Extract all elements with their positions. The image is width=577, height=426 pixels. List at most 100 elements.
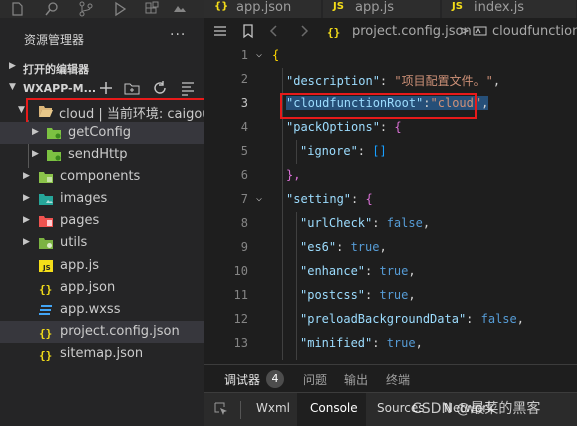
- json-value: true: [379, 264, 409, 278]
- tree-item-sendhttp[interactable]: ▶ sendHttp: [0, 144, 204, 166]
- highlight-box-cloud: [26, 98, 208, 124]
- json-value: true: [379, 288, 409, 302]
- line-number: 7: [240, 192, 248, 206]
- code-line[interactable]: 13 "minified": true,: [204, 332, 577, 356]
- tab-app-json[interactable]: {} app.json: [204, 0, 322, 18]
- more-actions-icon[interactable]: ···: [170, 27, 186, 43]
- cloud-function-folder-icon: [46, 147, 62, 163]
- tab-terminal[interactable]: 终端: [386, 371, 410, 388]
- menu-icon[interactable]: [212, 23, 228, 39]
- explorer-icon[interactable]: [10, 1, 26, 17]
- tree-item-label: app.wxss: [60, 302, 121, 317]
- fold-chevron-icon[interactable]: ⌵: [256, 49, 262, 60]
- tree-item-components[interactable]: ▶ components: [0, 166, 204, 188]
- line-number: 6: [240, 168, 248, 182]
- editor-tab-bar: {} app.json JS app.js JS index.js: [204, 0, 577, 18]
- code-line[interactable]: 7 ⌵ "setting": {: [204, 188, 577, 212]
- tab-index-js[interactable]: JS index.js: [442, 0, 577, 18]
- pages-folder-icon: [38, 213, 54, 229]
- code-line[interactable]: 4 "packOptions": {: [204, 116, 577, 140]
- tab-output[interactable]: 输出: [344, 371, 368, 388]
- bookmark-icon[interactable]: [240, 23, 256, 39]
- js-file-icon: JS: [452, 1, 463, 12]
- problems-count-badge: 4: [266, 370, 284, 388]
- watermark-text: CSDN @最菜的黑客: [412, 401, 541, 417]
- code-line[interactable]: 12 "preloadBackgroundData": false,: [204, 308, 577, 332]
- chevron-right-icon: ▶: [32, 127, 39, 137]
- explorer-sidebar: 资源管理器 ··· ▶ 打开的编辑器 ▼ WXAPP-M... ▼ cloud …: [0, 0, 211, 426]
- new-folder-icon[interactable]: [124, 80, 140, 96]
- refresh-icon[interactable]: [152, 80, 168, 96]
- remote-icon[interactable]: [172, 1, 188, 17]
- json-key: "urlCheck": [300, 216, 373, 230]
- tab-problems[interactable]: 问题: [303, 371, 327, 388]
- source-control-icon[interactable]: [78, 1, 94, 17]
- css-file-icon: [38, 302, 54, 318]
- tree-item-label: sendHttp: [68, 147, 128, 162]
- code-line[interactable]: 11 "postcss": true,: [204, 284, 577, 308]
- tab-label: app.json: [236, 0, 292, 15]
- breadcrumb-file[interactable]: project.config.json: [352, 24, 472, 39]
- tree-item-app-wxss[interactable]: app.wxss: [0, 299, 204, 321]
- code-line[interactable]: 10 "enhance": true,: [204, 260, 577, 284]
- tab-debugger[interactable]: 调试器: [224, 371, 260, 388]
- tree-item-app-js[interactable]: JS app.js: [0, 255, 204, 277]
- json-key: "preloadBackgroundData": [300, 312, 467, 326]
- string-symbol-icon: [472, 23, 488, 39]
- tree-item-app-json[interactable]: {} app.json: [0, 277, 204, 299]
- chevron-right-icon: ▶: [23, 171, 30, 181]
- tab-wxml[interactable]: Wxml: [256, 401, 290, 415]
- tab-label: app.js: [355, 0, 394, 15]
- code-line[interactable]: 8 "urlCheck": false,: [204, 212, 577, 236]
- svg-text:JS: JS: [42, 264, 51, 272]
- json-key: "postcss": [300, 288, 366, 302]
- code-line[interactable]: 2 "description": "项目配置文件。",: [204, 68, 577, 92]
- code-line[interactable]: 6 },: [204, 164, 577, 188]
- line-number: 9: [240, 240, 248, 254]
- tab-console[interactable]: Console: [310, 401, 358, 415]
- json-value: true: [386, 336, 416, 350]
- code-line[interactable]: 9 "es6": true,: [204, 236, 577, 260]
- tree-item-pages[interactable]: ▶ pages: [0, 210, 204, 232]
- tree-item-utils[interactable]: ▶ utils: [0, 232, 204, 254]
- json-value: false: [480, 312, 517, 326]
- json-key: "ignore": [300, 144, 358, 158]
- sidebar-title: 资源管理器: [24, 33, 85, 47]
- extensions-icon[interactable]: [144, 1, 160, 17]
- search-icon[interactable]: [44, 1, 60, 17]
- code-text: {: [394, 120, 402, 134]
- json-file-icon: {}: [38, 280, 54, 296]
- svg-text:{}: {}: [39, 349, 52, 362]
- tree-item-images[interactable]: ▶ images: [0, 188, 204, 210]
- chevron-right-icon: ▶: [23, 215, 30, 225]
- tree-item-label: components: [60, 169, 141, 184]
- json-key: "description": [286, 74, 380, 88]
- tree-item-project-config-json[interactable]: {} project.config.json: [0, 321, 204, 343]
- breadcrumb-item[interactable]: cloudfunctionR: [492, 24, 577, 39]
- chevron-right-icon: ▶: [9, 61, 16, 71]
- code-text: },: [286, 168, 301, 182]
- tree-item-label: images: [60, 191, 108, 206]
- open-editors-label: 打开的编辑器: [23, 63, 89, 76]
- code-line[interactable]: 1 ⌵ {: [204, 44, 577, 68]
- forward-arrow-icon[interactable]: [296, 23, 312, 39]
- new-file-icon[interactable]: [98, 80, 114, 96]
- chevron-right-icon: ▶: [32, 149, 39, 159]
- back-arrow-icon[interactable]: [266, 23, 282, 39]
- code-text: {: [272, 48, 280, 62]
- tree-item-getconfig[interactable]: ▶ getConfig: [0, 122, 204, 144]
- collapse-all-icon[interactable]: [180, 80, 196, 96]
- tab-app-js[interactable]: JS app.js: [323, 0, 441, 18]
- tree-item-label: sitemap.json: [60, 346, 144, 361]
- project-section[interactable]: ▼ WXAPP-M...: [0, 79, 204, 99]
- inspect-element-icon[interactable]: [214, 402, 228, 416]
- fold-chevron-icon[interactable]: ⌵: [256, 193, 262, 204]
- debug-icon[interactable]: [112, 1, 128, 17]
- json-file-icon: {}: [38, 324, 54, 340]
- tree-item-label: getConfig: [68, 125, 132, 140]
- json-file-icon: {}: [214, 1, 229, 12]
- tree-item-sitemap-json[interactable]: {} sitemap.json: [0, 343, 204, 365]
- code-line[interactable]: 5 "ignore": []: [204, 140, 577, 164]
- open-editors-section[interactable]: ▶ 打开的编辑器: [0, 58, 204, 78]
- line-number: 13: [233, 336, 248, 350]
